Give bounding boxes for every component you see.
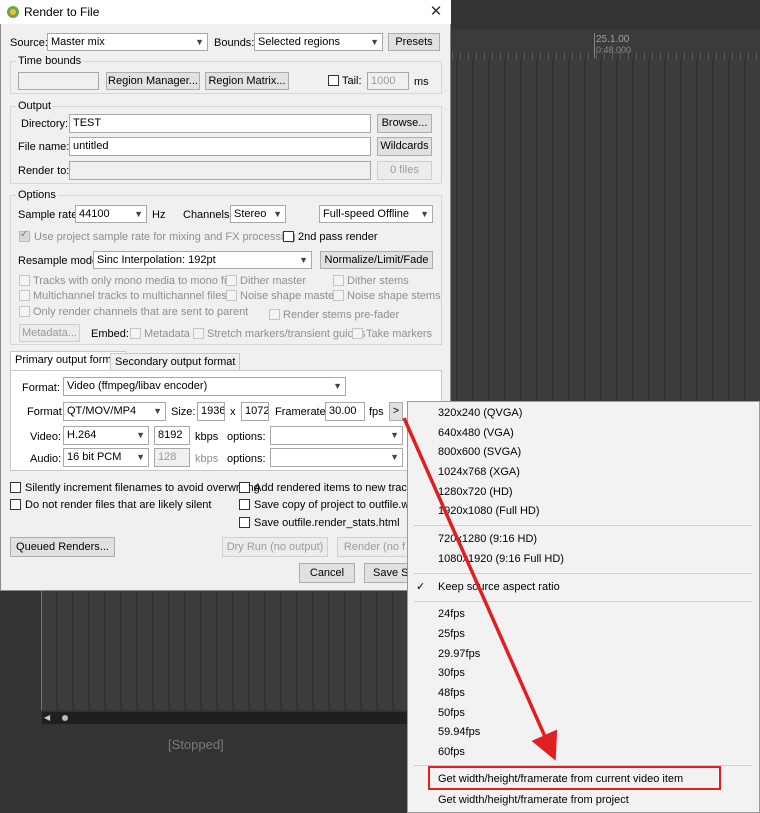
annotation-arrow-icon xyxy=(402,417,558,761)
